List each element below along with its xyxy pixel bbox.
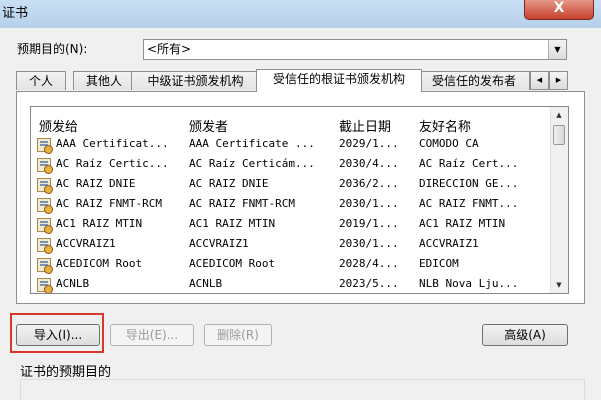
cell-issued-to: ACCVRAIZ1 xyxy=(56,237,116,250)
table-row[interactable]: AC RAIZ FNMT-RCM AC RAIZ FNMT-RCM 2030/1… xyxy=(31,195,552,215)
cell-issued-by: AC1 RAIZ MTIN xyxy=(189,217,276,230)
table-row[interactable]: AC Raíz Certic... AC Raíz Certicám... 20… xyxy=(31,155,552,175)
table-row[interactable]: AAA Certificat... AAA Certificate ... 20… xyxy=(31,135,552,155)
tab-personal[interactable]: 个人 xyxy=(16,71,66,90)
cell-issued-to: AC RAIZ DNIE xyxy=(56,177,136,190)
certificate-icon xyxy=(37,258,53,274)
chevron-down-icon[interactable]: ▼ xyxy=(548,40,566,59)
cell-expiration: 2023/5... xyxy=(339,277,399,290)
tab-intermediate-ca[interactable]: 中级证书颁发机构 xyxy=(131,71,260,90)
column-header-issued-by[interactable]: 颁发者 xyxy=(189,116,228,135)
table-row[interactable]: AC1 RAIZ MTIN AC1 RAIZ MTIN 2019/1... AC… xyxy=(31,215,552,235)
certificate-icon xyxy=(37,238,53,254)
cell-issued-to: ACEDICOM Root xyxy=(56,257,143,270)
purpose-select[interactable]: <所有> ▼ xyxy=(143,39,567,60)
purpose-selected-value: <所有> xyxy=(147,42,192,56)
tab-scroll-right-icon[interactable]: ▶ xyxy=(549,71,568,90)
table-row[interactable]: ACEDICOM Root ACEDICOM Root 2028/4... ED… xyxy=(31,255,552,275)
table-row[interactable]: ACCVRAIZ1 ACCVRAIZ1 2030/1... ACCVRAIZ1 xyxy=(31,235,552,255)
certificate-icon xyxy=(37,198,53,214)
certificate-list[interactable]: 颁发给 颁发者 截止日期 友好名称 AAA Certificat... AAA … xyxy=(30,106,569,294)
close-button[interactable]: X xyxy=(524,0,594,20)
cell-expiration: 2019/1... xyxy=(339,217,399,230)
tab-strip: 个人 其他人 中级证书颁发机构 受信任的根证书颁发机构 受信任的发布者 ◀ ▶ xyxy=(16,69,585,92)
purpose-label: 预期目的(N): xyxy=(17,42,88,56)
cell-expiration: 2036/2... xyxy=(339,177,399,190)
cell-friendly-name: AC1 RAIZ MTIN xyxy=(419,217,506,230)
delete-button[interactable]: 删除(R) xyxy=(204,324,272,346)
scroll-down-icon[interactable]: ▼ xyxy=(551,277,567,293)
cell-issued-to: AC Raíz Certic... xyxy=(56,157,169,170)
cell-friendly-name: AC RAIZ FNMT... xyxy=(419,197,519,210)
certificate-icon xyxy=(37,158,53,174)
cell-issued-to: AC1 RAIZ MTIN xyxy=(56,217,143,230)
column-header-friendly-name[interactable]: 友好名称 xyxy=(419,116,471,135)
cell-expiration: 2030/1... xyxy=(339,197,399,210)
cell-issued-by: ACEDICOM Root xyxy=(189,257,276,270)
intended-purposes-area xyxy=(20,379,585,400)
cell-issued-by: AAA Certificate ... xyxy=(189,137,315,150)
cell-issued-by: ACNLB xyxy=(189,277,223,290)
certificate-icon xyxy=(37,218,53,234)
cell-issued-by: ACCVRAIZ1 xyxy=(189,237,249,250)
tab-panel: 颁发给 颁发者 截止日期 友好名称 AAA Certificat... AAA … xyxy=(16,91,585,304)
cell-issued-to: AAA Certificat... xyxy=(56,137,169,150)
cell-expiration: 2030/1... xyxy=(339,237,399,250)
certificate-icon xyxy=(37,278,53,293)
table-row[interactable]: ACNLB ACNLB 2023/5... NLB Nova Lju... xyxy=(31,275,552,293)
certificate-icon xyxy=(37,178,53,194)
certificate-icon xyxy=(37,138,53,154)
cell-friendly-name: COMODO CA xyxy=(419,137,479,150)
column-header-expiration[interactable]: 截止日期 xyxy=(339,116,391,135)
column-header-issued-to[interactable]: 颁发给 xyxy=(39,116,78,135)
cell-issued-by: AC RAIZ DNIE xyxy=(189,177,269,190)
cell-issued-to: AC RAIZ FNMT-RCM xyxy=(56,197,162,210)
cell-friendly-name: NLB Nova Lju... xyxy=(419,277,519,290)
cell-expiration: 2029/1... xyxy=(339,137,399,150)
tab-scroll-left-icon[interactable]: ◀ xyxy=(530,71,549,90)
cell-friendly-name: ACCVRAIZ1 xyxy=(419,237,479,250)
cell-friendly-name: EDICOM xyxy=(419,257,459,270)
tab-other-people[interactable]: 其他人 xyxy=(73,71,135,90)
scroll-up-icon[interactable]: ▲ xyxy=(551,107,567,123)
window-title: 证书 xyxy=(2,6,29,21)
list-header: 颁发给 颁发者 截止日期 友好名称 xyxy=(31,107,552,135)
advanced-button[interactable]: 高级(A) xyxy=(482,324,568,346)
cell-expiration: 2028/4... xyxy=(339,257,399,270)
cell-issued-by: AC Raíz Certicám... xyxy=(189,157,315,170)
title-bar: 证书 X xyxy=(0,0,601,28)
cell-friendly-name: DIRECCION GE... xyxy=(419,177,519,190)
import-highlight-annotation xyxy=(10,313,104,353)
table-row[interactable]: AC RAIZ DNIE AC RAIZ DNIE 2036/2... DIRE… xyxy=(31,175,552,195)
tab-trusted-root-ca[interactable]: 受信任的根证书颁发机构 xyxy=(256,69,422,92)
cell-issued-to: ACNLB xyxy=(56,277,90,290)
cell-friendly-name: AC Raíz Cert... xyxy=(419,157,519,170)
cell-expiration: 2030/4... xyxy=(339,157,399,170)
tab-trusted-publishers[interactable]: 受信任的发布者 xyxy=(418,71,530,90)
cell-issued-by: AC RAIZ FNMT-RCM xyxy=(189,197,295,210)
vertical-scrollbar[interactable]: ▲ ▼ xyxy=(550,107,568,293)
scroll-thumb[interactable] xyxy=(553,125,565,145)
intended-purposes-label: 证书的预期目的 xyxy=(20,365,112,380)
export-button[interactable]: 导出(E)... xyxy=(110,324,194,346)
